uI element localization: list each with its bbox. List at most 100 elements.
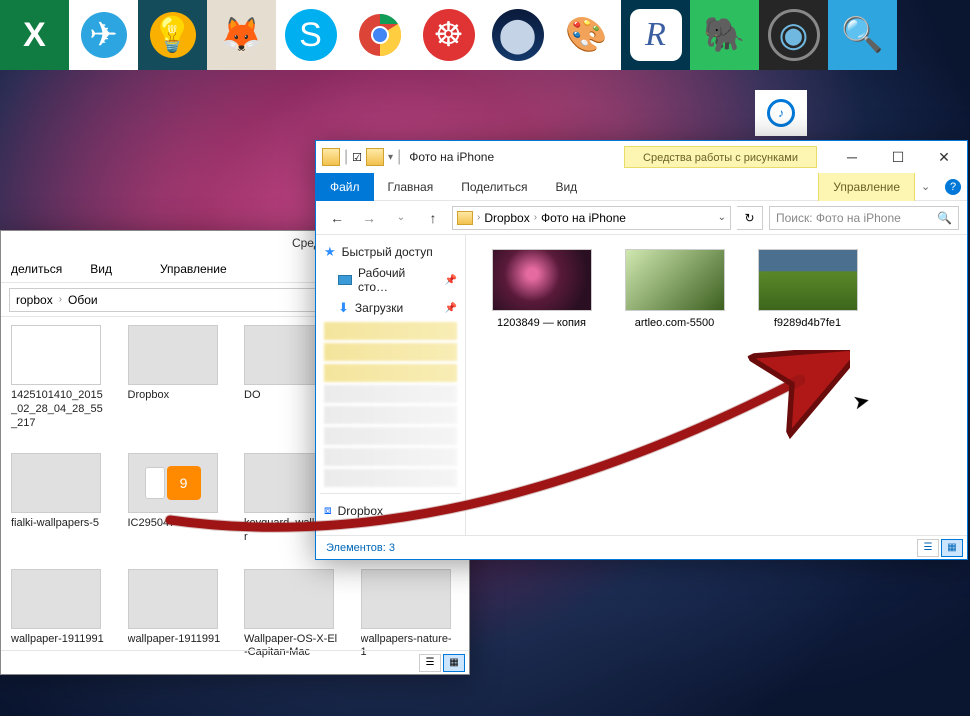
file-item[interactable]: wallpaper-1911991	[128, 569, 223, 661]
dock-rad-icon[interactable]: ☸	[414, 0, 483, 70]
file-item[interactable]: Wallpaper-OS-X-El-Capitan-Mac	[244, 569, 339, 661]
file-item[interactable]: wallpapers-nature-1	[361, 569, 456, 661]
address-bar[interactable]: › Dropbox › Фото на iPhone ⌄	[452, 206, 731, 230]
back-button[interactable]: ←	[324, 205, 350, 231]
file-thumbnail	[758, 249, 858, 311]
recent-locations-button[interactable]: ⌄	[388, 205, 414, 231]
file-label: wallpaper-1911991	[128, 633, 221, 647]
search-box[interactable]: Поиск: Фото на iPhone 🔍	[769, 206, 959, 230]
minimize-button[interactable]: ─	[829, 142, 875, 172]
tab-home[interactable]: Главная	[374, 173, 448, 201]
file-thumbnail	[244, 569, 334, 629]
file-item[interactable]: fialki-wallpapers-5	[11, 453, 106, 545]
dock-steam-icon[interactable]: ⬤	[483, 0, 552, 70]
nav-item-blurred[interactable]	[324, 385, 457, 403]
dock-evernote-icon[interactable]: 🐘	[690, 0, 759, 70]
tab-share[interactable]: Поделиться	[447, 173, 541, 201]
file-item[interactable]: wallpaper-1911991	[11, 569, 106, 661]
up-button[interactable]: ↑	[420, 205, 446, 231]
tab-manage[interactable]: Управление	[818, 173, 915, 201]
dropbox-icon: ⧈	[324, 503, 332, 518]
file-item[interactable]: 9IC295047	[128, 453, 223, 545]
view-icons-button[interactable]: ▦	[443, 654, 465, 672]
crumb-current[interactable]: Фото на iPhone	[541, 211, 626, 225]
nav-desktop[interactable]: Рабочий сто… 📌	[320, 263, 461, 297]
file-label: DO	[244, 389, 261, 403]
dock-gimp-icon[interactable]: 🦊	[207, 0, 276, 70]
dock-chrome-icon[interactable]	[345, 0, 414, 70]
crumb-dropbox[interactable]: Dropbox	[484, 211, 529, 225]
folder-icon	[457, 211, 473, 225]
crumb-current[interactable]: Обои	[68, 293, 98, 307]
close-button[interactable]: ✕	[921, 142, 967, 172]
desktop-file-icon[interactable]: ♪	[755, 90, 807, 136]
view-icons-button[interactable]: ▦	[941, 539, 963, 557]
dock-revo-icon[interactable]: R	[621, 0, 690, 70]
crumb-dropbox[interactable]: ropbox	[16, 293, 53, 307]
dock-search-icon[interactable]: 🔍	[828, 0, 897, 70]
search-icon: 🔍	[937, 211, 952, 225]
tab-file[interactable]: Файл	[316, 173, 374, 201]
search-placeholder: Поиск: Фото на iPhone	[776, 211, 901, 225]
file-item[interactable]: f9289d4b7fe1	[750, 249, 865, 329]
dock-light-icon[interactable]: 💡	[138, 0, 207, 70]
nav-item-blurred[interactable]	[324, 364, 457, 382]
nav-downloads[interactable]: ⬇ Загрузки 📌	[320, 297, 461, 319]
refresh-button[interactable]: ↻	[737, 206, 763, 230]
file-item[interactable]: artleo.com-5500	[617, 249, 732, 329]
file-grid: 1203849 — копияartleo.com-5500 f9289d4b7f…	[466, 235, 967, 535]
dock-paint-icon[interactable]: 🎨	[552, 0, 621, 70]
dock-skype-icon[interactable]: S	[276, 0, 345, 70]
file-label: 1425101410_2015_02_28_04_28_55_217	[11, 389, 106, 429]
downloads-icon: ⬇	[338, 300, 349, 316]
file-thumbnail	[11, 325, 101, 385]
tab-share[interactable]: делиться	[11, 262, 62, 276]
file-thumbnail	[128, 325, 218, 385]
nav-item-blurred[interactable]	[324, 427, 457, 445]
file-label: wallpaper-1911991	[11, 633, 104, 647]
maximize-button[interactable]: ☐	[875, 142, 921, 172]
navigation-pane: ★ Быстрый доступ Рабочий сто… 📌 ⬇ Загруз…	[316, 235, 466, 535]
view-details-button[interactable]: ☰	[917, 539, 939, 557]
file-label: fialki-wallpapers-5	[11, 517, 99, 531]
file-label: Dropbox	[128, 389, 170, 403]
chevron-right-icon: ›	[534, 212, 537, 223]
file-thumbnail	[128, 569, 218, 629]
chevron-right-icon: ›	[59, 294, 62, 305]
ribbon-toggle-icon[interactable]: ⌄	[921, 180, 941, 193]
file-item[interactable]: Dropbox	[128, 325, 223, 429]
tab-view[interactable]: Вид	[541, 173, 591, 201]
view-details-button[interactable]: ☰	[419, 654, 441, 672]
dock-obs-icon[interactable]: ◉	[759, 0, 828, 70]
nav-item-blurred[interactable]	[324, 406, 457, 424]
picture-tools-tab[interactable]: Средства работы с рисунками	[624, 146, 817, 168]
tab-manage[interactable]: Управление	[160, 262, 227, 276]
nav-item-blurred[interactable]	[324, 469, 457, 487]
divider	[320, 493, 461, 494]
folder-icon	[322, 148, 340, 166]
chevron-right-icon: ›	[477, 212, 480, 223]
nav-item-blurred[interactable]	[324, 322, 457, 340]
nav-dropbox[interactable]: ⧈ Dropbox	[320, 500, 461, 521]
tab-view[interactable]: Вид	[90, 262, 112, 276]
help-icon[interactable]: ?	[945, 179, 961, 195]
file-label: f9289d4b7fe1	[750, 317, 865, 329]
dock-bar: X ✈ 💡 🦊 S ☸ ⬤ 🎨 R 🐘 ◉ 🔍	[0, 0, 897, 70]
file-thumbnail	[11, 453, 101, 513]
chevron-down-icon[interactable]: ⌄	[718, 212, 726, 223]
explorer-window-iphone-photos[interactable]: | ☑ ▾ | Фото на iPhone Средства работы с…	[315, 140, 968, 560]
folder-icon	[366, 148, 384, 166]
qat-dropdown-icon[interactable]: ▾	[388, 152, 393, 163]
window-title: Фото на iPhone	[409, 150, 494, 164]
star-icon: ★	[324, 244, 336, 260]
nav-quick-access[interactable]: ★ Быстрый доступ	[320, 241, 461, 263]
nav-item-blurred[interactable]	[324, 343, 457, 361]
nav-item-blurred[interactable]	[324, 448, 457, 466]
file-item[interactable]: 1425101410_2015_02_28_04_28_55_217	[11, 325, 106, 429]
desktop-icon	[338, 275, 352, 285]
dock-telegram-icon[interactable]: ✈	[69, 0, 138, 70]
qat-checkbox-icon[interactable]: ☑	[352, 151, 362, 164]
forward-button[interactable]: →	[356, 205, 382, 231]
file-item[interactable]: 1203849 — копия	[484, 249, 599, 329]
dock-excel-icon[interactable]: X	[0, 0, 69, 70]
